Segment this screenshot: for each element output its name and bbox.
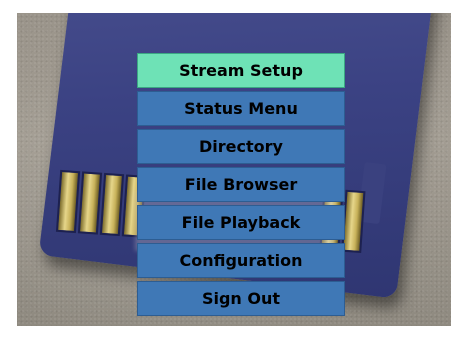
menu-item-stream-setup[interactable]: Stream Setup <box>137 53 345 88</box>
menu-item-status-menu[interactable]: Status Menu <box>137 91 345 126</box>
menu-item-configuration[interactable]: Configuration <box>137 243 345 278</box>
menu-item-sign-out[interactable]: Sign Out <box>137 281 345 316</box>
menu-item-file-browser[interactable]: File Browser <box>137 167 345 202</box>
menu-item-directory[interactable]: Directory <box>137 129 345 164</box>
menu-item-file-playback[interactable]: File Playback <box>137 205 345 240</box>
main-menu: Stream Setup Status Menu Directory File … <box>137 53 345 319</box>
